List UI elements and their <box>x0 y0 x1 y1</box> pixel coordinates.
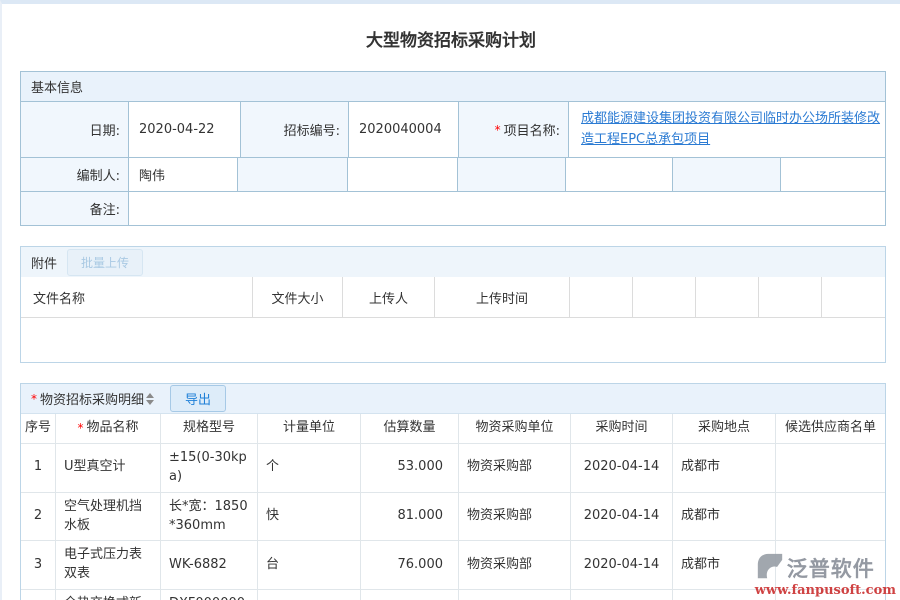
materials-cell: 物资采购部 <box>459 590 571 600</box>
materials-cell: 物资采购部 <box>459 541 571 589</box>
col-candidate-suppliers: 候选供应商名单 <box>776 414 885 443</box>
col-purchase-place: 采购地点 <box>673 414 776 443</box>
materials-section: * 物资招标采购明细 导出 序号 * 物品名称 规格型号 计量单位 估算数量 物… <box>20 383 886 600</box>
materials-table-body: 1U型真空计±15(0-30kpa)个53.000物资采购部2020-04-14… <box>21 444 885 600</box>
materials-cell: 4 <box>21 590 56 600</box>
attachments-empty-body <box>21 318 885 362</box>
creator-value: 陶伟 <box>129 158 238 191</box>
col-spec-model: 规格型号 <box>161 414 258 443</box>
materials-cell: 成都市 <box>673 541 776 589</box>
materials-cell <box>776 541 885 589</box>
materials-cell: DXF0000000THC <box>161 590 258 600</box>
materials-cell: 3 <box>21 541 56 589</box>
materials-cell: 2 <box>21 493 56 541</box>
col-seq: 序号 <box>21 414 56 443</box>
col-empty <box>822 277 885 317</box>
required-asterisk: * <box>31 392 37 406</box>
attachments-title: 附件 <box>31 253 57 272</box>
materials-cell: 电子式压力表双表 <box>56 541 161 589</box>
materials-cell <box>776 590 885 600</box>
empty-label-cell <box>458 158 566 191</box>
remark-value <box>129 192 885 225</box>
materials-table-row: 2空气处理机挡水板长*宽：1850*360mm快81.000物资采购部2020-… <box>21 493 885 542</box>
attachments-table-header: 文件名称 文件大小 上传人 上传时间 <box>21 277 885 318</box>
batch-upload-button[interactable]: 批量上传 <box>67 249 143 276</box>
creator-label: 编制人: <box>21 158 129 191</box>
basic-info-row-1: 日期: 2020-04-22 招标编号: 2020040004 * 项目名称: … <box>21 102 885 158</box>
bid-no-value: 2020040004 <box>349 102 459 157</box>
project-name-cell: 成都能源建设集团投资有限公司临时办公场所装修改造工程EPC总承包项目 <box>569 102 885 157</box>
col-purchase-time: 采购时间 <box>571 414 673 443</box>
materials-cell: 成都市 <box>673 444 776 492</box>
materials-cell: 长*宽：1850*360mm <box>161 493 258 541</box>
materials-cell: 物资采购部 <box>459 493 571 541</box>
materials-cell <box>776 493 885 541</box>
attachments-section: 附件 批量上传 文件名称 文件大小 上传人 上传时间 <box>20 246 886 363</box>
col-empty <box>570 277 633 317</box>
materials-cell: 成都市 <box>673 493 776 541</box>
col-purchase-dept: 物资采购单位 <box>459 414 571 443</box>
bid-no-label: 招标编号: <box>241 102 349 157</box>
materials-cell: 2020-04-14 <box>571 444 673 492</box>
materials-cell: 53.000 <box>361 444 459 492</box>
remark-label: 备注: <box>21 192 129 225</box>
col-upload-time: 上传时间 <box>435 277 570 317</box>
col-unit: 计量单位 <box>258 414 361 443</box>
materials-title: 物资招标采购明细 <box>40 389 144 408</box>
materials-table-row: 4全热交换式新风换气机DXF0000000THC台12.000物资采购部2020… <box>21 590 885 600</box>
materials-cell: 台 <box>258 541 361 589</box>
materials-cell: ±15(0-30kpa) <box>161 444 258 492</box>
project-name-link[interactable]: 成都能源建设集团投资有限公司临时办公场所装修改造工程EPC总承包项目 <box>579 103 885 155</box>
basic-info-row-3: 备注: <box>21 192 885 225</box>
materials-cell: 2020-04-14 <box>571 493 673 541</box>
export-button[interactable]: 导出 <box>170 385 226 412</box>
materials-cell: 快 <box>258 493 361 541</box>
col-empty <box>696 277 759 317</box>
materials-cell: 成都市 <box>673 590 776 600</box>
materials-cell: 1 <box>21 444 56 492</box>
materials-table-row: 3电子式压力表双表WK-6882台76.000物资采购部2020-04-14成都… <box>21 541 885 590</box>
empty-value-cell <box>566 158 673 191</box>
page: 大型物资招标采购计划 基本信息 日期: 2020-04-22 招标编号: 202… <box>0 0 900 600</box>
col-empty <box>633 277 696 317</box>
materials-cell: 空气处理机挡水板 <box>56 493 161 541</box>
attachments-header: 附件 批量上传 <box>21 247 885 277</box>
required-asterisk: * <box>77 420 83 437</box>
col-uploader: 上传人 <box>343 277 435 317</box>
materials-cell: 2020-04-14 <box>571 590 673 600</box>
empty-label-cell <box>238 158 348 191</box>
materials-cell: 物资采购部 <box>459 444 571 492</box>
empty-value-cell <box>348 158 458 191</box>
materials-cell: 81.000 <box>361 493 459 541</box>
materials-cell: WK-6882 <box>161 541 258 589</box>
materials-cell: 全热交换式新风换气机 <box>56 590 161 600</box>
materials-header: * 物资招标采购明细 导出 <box>21 384 885 414</box>
materials-cell: 台 <box>258 590 361 600</box>
page-title: 大型物资招标采购计划 <box>2 4 900 71</box>
materials-table-header: 序号 * 物品名称 规格型号 计量单位 估算数量 物资采购单位 采购时间 采购地… <box>21 414 885 444</box>
col-file-name: 文件名称 <box>21 277 253 317</box>
sort-spinner-icon[interactable] <box>146 393 154 405</box>
required-asterisk: * <box>495 123 501 137</box>
col-file-size: 文件大小 <box>253 277 343 317</box>
col-empty <box>759 277 822 317</box>
materials-cell <box>776 444 885 492</box>
basic-info-row-2: 编制人: 陶伟 <box>21 158 885 192</box>
materials-cell: 个 <box>258 444 361 492</box>
col-estimated-qty: 估算数量 <box>361 414 459 443</box>
empty-label-cell <box>673 158 781 191</box>
materials-table-row: 1U型真空计±15(0-30kpa)个53.000物资采购部2020-04-14… <box>21 444 885 493</box>
materials-cell: 2020-04-14 <box>571 541 673 589</box>
materials-cell: U型真空计 <box>56 444 161 492</box>
basic-info-header: 基本信息 <box>21 72 885 102</box>
project-name-label: * 项目名称: <box>459 102 569 157</box>
empty-value-cell <box>781 158 885 191</box>
date-label: 日期: <box>21 102 129 157</box>
basic-info-section: 基本信息 日期: 2020-04-22 招标编号: 2020040004 * 项… <box>20 71 886 226</box>
date-value: 2020-04-22 <box>129 102 241 157</box>
col-item-name: * 物品名称 <box>56 414 161 443</box>
materials-cell: 12.000 <box>361 590 459 600</box>
materials-cell: 76.000 <box>361 541 459 589</box>
